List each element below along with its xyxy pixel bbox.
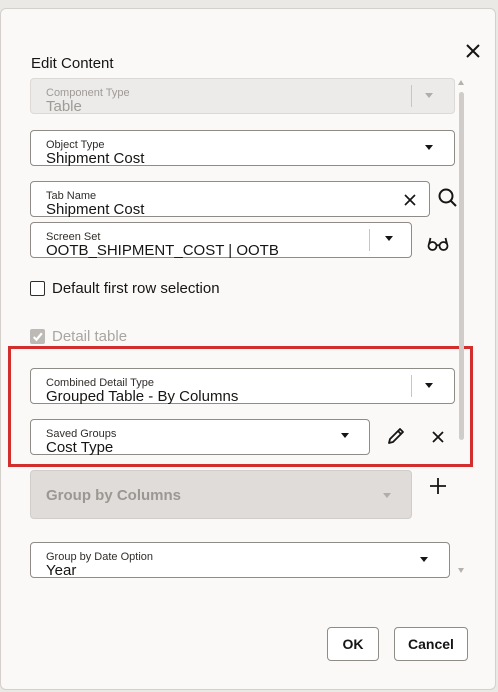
glasses-icon[interactable] [426, 232, 450, 256]
highlight-box [8, 346, 473, 467]
object-type-value: Shipment Cost [46, 150, 145, 167]
detail-table-checkbox [30, 329, 45, 344]
screen-set-select[interactable]: Screen Set OOTB_SHIPMENT_COST | OOTB [30, 222, 412, 259]
tab-name-input[interactable]: Tab Name Shipment Cost [30, 181, 430, 218]
plus-icon[interactable] [426, 474, 450, 498]
group-by-date-option-select[interactable]: Group by Date Option Year [30, 542, 450, 579]
detail-table-label: Detail table [52, 328, 128, 345]
component-type-value: Table [46, 98, 82, 115]
component-type-select: Component Type Table [30, 78, 455, 115]
group-by-columns-button: Group by Columns [30, 470, 412, 519]
default-first-row-checkbox[interactable] [30, 281, 45, 296]
group-by-date-option-value: Year [46, 562, 77, 579]
object-type-select[interactable]: Object Type Shipment Cost [30, 130, 455, 167]
check-icon [32, 332, 43, 342]
default-first-row-label[interactable]: Default first row selection [52, 280, 220, 297]
cancel-button[interactable]: Cancel [394, 627, 468, 661]
scroll-up-icon[interactable] [458, 80, 464, 85]
dialog-title: Edit Content [31, 55, 114, 72]
close-icon[interactable] [461, 39, 485, 63]
chevron-down-icon[interactable] [385, 236, 393, 241]
scroll-fade [30, 578, 470, 584]
scrollbar-thumb[interactable] [459, 92, 464, 440]
chevron-down-icon[interactable] [420, 557, 428, 562]
tab-name-value[interactable]: Shipment Cost [46, 201, 144, 218]
chevron-down-icon[interactable] [425, 145, 433, 150]
ok-button[interactable]: OK [327, 627, 379, 661]
group-by-columns-label: Group by Columns [46, 487, 181, 504]
screen-set-value: OOTB_SHIPMENT_COST | OOTB [46, 242, 279, 259]
chevron-down-icon [383, 493, 391, 498]
chevron-down-icon [425, 93, 433, 98]
clear-icon[interactable] [400, 190, 420, 210]
scroll-down-icon[interactable] [458, 568, 464, 573]
